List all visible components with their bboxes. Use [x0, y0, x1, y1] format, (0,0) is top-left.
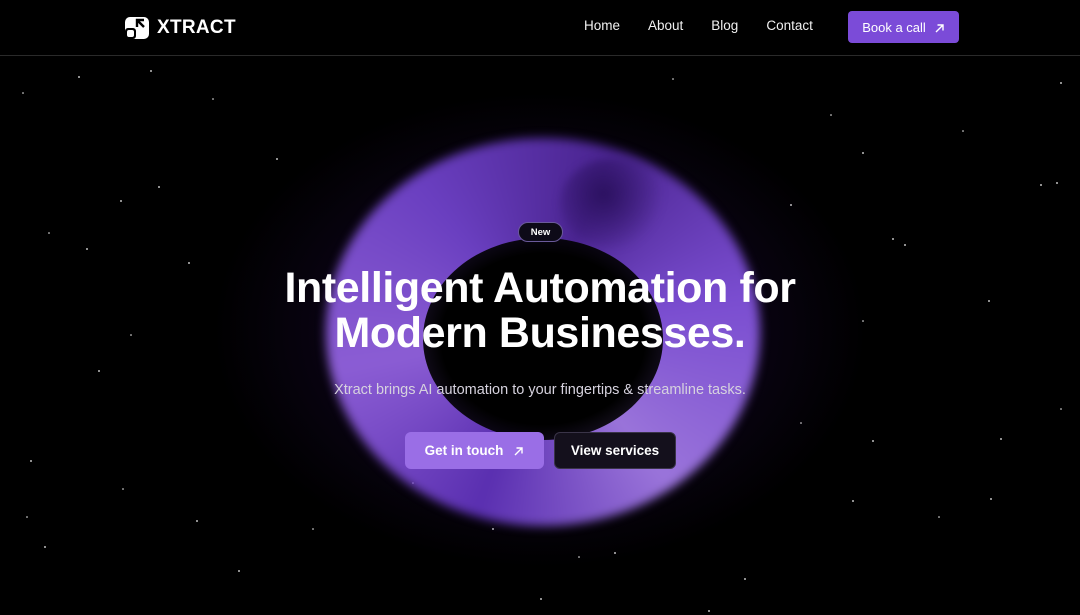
- book-a-call-button[interactable]: Book a call: [848, 11, 959, 43]
- star: [48, 232, 50, 234]
- brand-logo[interactable]: XTRACT: [124, 15, 236, 41]
- headline-line-1: Intelligent Automation for: [284, 264, 796, 312]
- star: [86, 248, 88, 250]
- get-in-touch-label: Get in touch: [424, 443, 504, 458]
- star: [22, 92, 24, 94]
- hero-subheadline: Xtract brings AI automation to your fing…: [334, 382, 746, 398]
- star: [672, 78, 674, 80]
- star: [990, 498, 992, 500]
- nav-link-blog[interactable]: Blog: [711, 18, 738, 33]
- star: [78, 76, 80, 78]
- star: [852, 500, 854, 502]
- star: [872, 440, 874, 442]
- nav-link-contact[interactable]: Contact: [766, 18, 813, 33]
- star: [862, 152, 864, 154]
- star: [1060, 82, 1062, 84]
- nav-links: Home About Blog Contact: [584, 18, 813, 33]
- star: [1000, 438, 1002, 440]
- star: [708, 610, 710, 612]
- star: [188, 262, 190, 264]
- star: [196, 520, 198, 522]
- hero-headline: Intelligent Automation for Modern Busine…: [190, 266, 890, 356]
- new-badge: New: [518, 222, 563, 242]
- star: [26, 516, 28, 518]
- star: [130, 334, 132, 336]
- star: [150, 70, 152, 72]
- star: [938, 516, 940, 518]
- star: [892, 238, 894, 240]
- arrow-up-right-icon: [513, 445, 524, 456]
- star: [158, 186, 160, 188]
- star: [830, 114, 832, 116]
- star: [98, 370, 100, 372]
- view-services-label: View services: [570, 443, 660, 458]
- book-a-call-label: Book a call: [862, 19, 926, 35]
- star: [988, 300, 990, 302]
- headline-line-2: Modern Businesses.: [334, 309, 746, 357]
- nav-link-home[interactable]: Home: [584, 18, 620, 33]
- star: [30, 460, 32, 462]
- star: [312, 528, 314, 530]
- star: [962, 130, 964, 132]
- star: [1060, 408, 1062, 410]
- orb-shadow-accent: [560, 158, 670, 248]
- star: [276, 158, 278, 160]
- star: [44, 546, 46, 548]
- get-in-touch-button[interactable]: Get in touch: [405, 432, 544, 469]
- logo-icon: [124, 16, 150, 40]
- star: [212, 98, 214, 100]
- arrow-up-right-icon: [934, 22, 945, 33]
- star: [744, 578, 746, 580]
- star: [120, 200, 122, 202]
- view-services-button[interactable]: View services: [554, 432, 676, 469]
- brand-name: XTRACT: [157, 17, 236, 38]
- star: [1056, 182, 1058, 184]
- star: [238, 570, 240, 572]
- star: [1040, 184, 1042, 186]
- star: [904, 244, 906, 246]
- nav-link-about[interactable]: About: [648, 18, 683, 33]
- star: [122, 488, 124, 490]
- star: [540, 598, 542, 600]
- top-navbar: XTRACT Home About Blog Contact Book a ca…: [0, 0, 1080, 56]
